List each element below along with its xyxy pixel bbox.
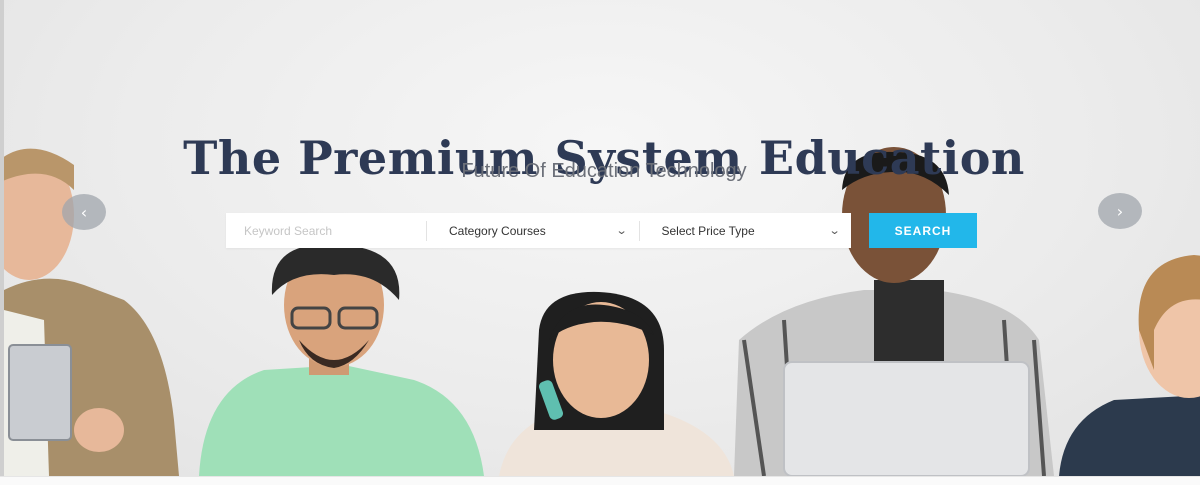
slider-prev-button[interactable]: ‹ (62, 194, 106, 230)
hero-subtitle: Future Of Education Technology (461, 160, 747, 182)
course-search-bar: Category Courses ⌄ Select Price Type ⌄ (226, 213, 851, 248)
search-button[interactable]: SEARCH (869, 213, 977, 248)
chevron-down-icon: ⌄ (615, 225, 628, 237)
category-courses-label: Category Courses (449, 223, 546, 238)
person-laptop-figure (734, 147, 1054, 476)
price-type-select[interactable]: Select Price Type ⌄ (640, 213, 852, 248)
slider-next-button[interactable]: › (1098, 193, 1142, 229)
chevron-right-icon: › (1116, 201, 1124, 221)
hero-slider: The Premium System Education Future Of E… (0, 0, 1200, 476)
person-phone-figure (499, 291, 734, 476)
person-turban-figure (199, 243, 484, 476)
chevron-down-icon: ⌄ (828, 225, 841, 237)
person-right-figure (1059, 255, 1200, 476)
chevron-left-icon: ‹ (80, 202, 88, 222)
category-courses-select[interactable]: Category Courses ⌄ (427, 213, 639, 248)
keyword-search-input[interactable] (226, 213, 426, 248)
price-type-label: Select Price Type (661, 223, 755, 238)
